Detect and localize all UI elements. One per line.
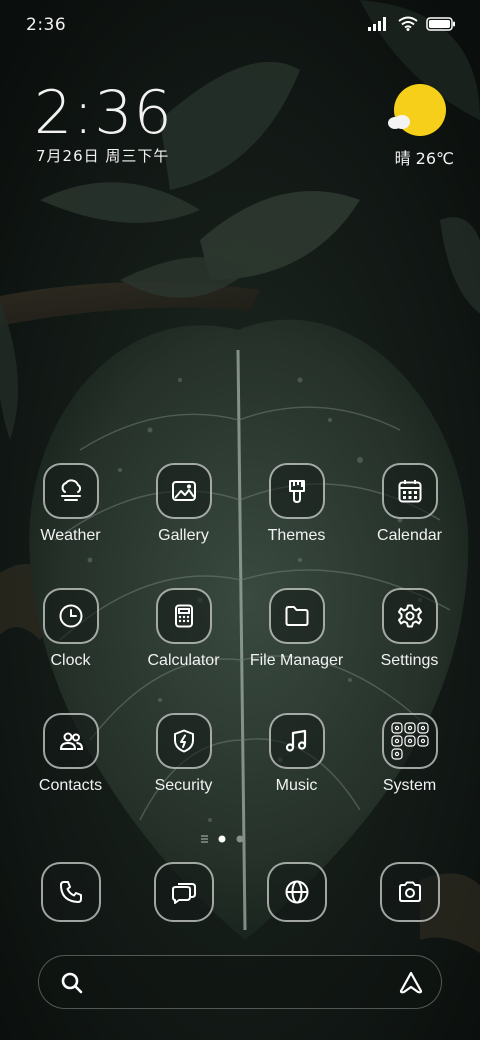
app-music-tile[interactable] — [268, 713, 325, 769]
cloud-icon — [388, 115, 410, 129]
app-label: Calendar — [377, 527, 442, 544]
feed-page-icon — [201, 835, 208, 843]
battery-icon — [426, 16, 455, 31]
app-contacts-tile[interactable] — [42, 713, 99, 769]
app-settings[interactable]: Settings — [353, 588, 466, 670]
app-contacts[interactable]: Contacts — [14, 713, 127, 795]
status-bar: 2:36 — [0, 0, 480, 52]
dock-phone-tile[interactable] — [40, 862, 101, 922]
search-bar[interactable] — [38, 955, 442, 1009]
app-security[interactable]: Security — [127, 713, 240, 795]
dock-browser[interactable] — [240, 862, 353, 922]
camera-icon — [398, 881, 421, 902]
app-label: Gallery — [158, 527, 209, 544]
weather-temperature: 晴 26℃ — [394, 149, 454, 168]
app-system-folder-tile[interactable] — [381, 713, 438, 769]
dock-browser-tile[interactable] — [266, 862, 327, 922]
folder-icon — [285, 606, 308, 626]
gear-icon — [397, 604, 422, 628]
dock-phone[interactable] — [14, 862, 127, 922]
themes-icon — [288, 480, 305, 503]
weather-widget[interactable]: 晴 26℃ — [386, 82, 454, 172]
app-label: Contacts — [38, 777, 103, 794]
app-clock-tile[interactable] — [42, 588, 99, 644]
page-indicator[interactable] — [0, 830, 480, 843]
messages-icon — [171, 883, 196, 904]
calculator-icon — [174, 604, 193, 628]
clock-icon — [59, 604, 82, 628]
app-label: Music — [275, 777, 318, 794]
clock-widget-time[interactable]: 2:36 — [34, 78, 173, 148]
signal-icon — [368, 16, 386, 31]
app-system-folder[interactable]: System — [353, 713, 466, 795]
app-label: Calculator — [147, 652, 220, 669]
app-weather[interactable]: Weather — [14, 463, 127, 545]
wifi-icon — [398, 16, 418, 31]
assistant-icon[interactable] — [397, 969, 425, 997]
app-gallery-tile[interactable] — [155, 463, 212, 519]
weather-icon — [60, 479, 81, 501]
app-music[interactable]: Music — [240, 713, 353, 795]
app-label: System — [382, 777, 437, 794]
clock-widget-date[interactable]: 7月26日 周三下午 — [36, 145, 169, 166]
phone-icon — [59, 881, 82, 903]
dock-camera[interactable] — [353, 862, 466, 922]
app-label: Settings — [380, 652, 439, 669]
folder-grid-icon — [390, 722, 429, 760]
app-label: Weather — [40, 527, 101, 544]
status-icons — [368, 16, 456, 31]
gallery-icon — [171, 481, 196, 501]
app-calendar[interactable]: Calendar — [353, 463, 466, 545]
search-icon — [61, 972, 83, 994]
security-icon — [173, 729, 194, 753]
app-weather-tile[interactable] — [42, 463, 99, 519]
app-security-tile[interactable] — [155, 713, 212, 769]
app-file-manager-tile[interactable] — [268, 588, 325, 644]
page-dot-active — [218, 835, 226, 843]
app-file-manager[interactable]: File Manager — [240, 588, 353, 670]
page-dot — [236, 835, 244, 843]
app-themes-tile[interactable] — [268, 463, 325, 519]
app-calculator-tile[interactable] — [155, 588, 212, 644]
dock-messages-tile[interactable] — [153, 862, 214, 922]
calendar-icon — [398, 480, 421, 503]
status-time: 2:36 — [26, 15, 67, 35]
dock-messages[interactable] — [127, 862, 240, 922]
app-gallery[interactable]: Gallery — [127, 463, 240, 545]
dock-camera-tile[interactable] — [379, 862, 440, 922]
app-clock[interactable]: Clock — [14, 588, 127, 670]
app-themes[interactable]: Themes — [240, 463, 353, 545]
app-label: Security — [154, 777, 213, 794]
app-calendar-tile[interactable] — [381, 463, 438, 519]
music-icon — [285, 729, 306, 752]
app-calculator[interactable]: Calculator — [127, 588, 240, 670]
app-label: Themes — [267, 527, 326, 544]
app-settings-tile[interactable] — [381, 588, 438, 644]
browser-icon — [285, 880, 308, 904]
app-label: File Manager — [249, 652, 344, 669]
contacts-icon — [59, 732, 83, 750]
app-label: Clock — [50, 652, 91, 669]
